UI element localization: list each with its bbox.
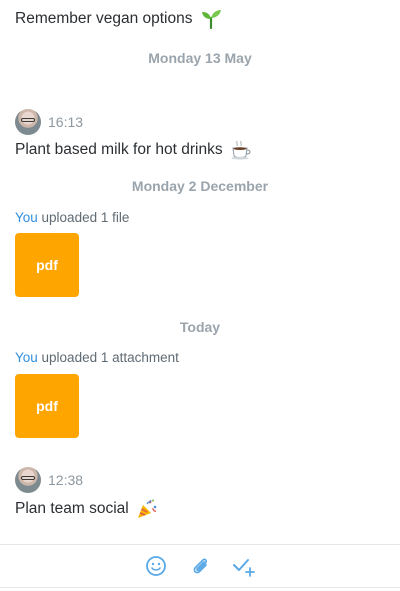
paperclip-icon[interactable] <box>188 554 212 578</box>
add-task-icon[interactable] <box>232 554 256 578</box>
party-popper-icon <box>136 498 158 520</box>
you-link[interactable]: You <box>15 210 38 225</box>
message-text: Remember vegan options <box>15 10 193 27</box>
pdf-file-tile[interactable]: pdf <box>15 374 79 438</box>
upload-notice: You uploaded 1 file <box>15 210 129 225</box>
seedling-icon <box>200 9 222 29</box>
message-meta: 16:13 <box>15 109 83 135</box>
you-link[interactable]: You <box>15 350 38 365</box>
pdf-file-tile[interactable]: pdf <box>15 233 79 297</box>
date-separator: Monday 13 May <box>148 50 252 66</box>
message-plant-milk: Plant based milk for hot drinks <box>15 140 254 160</box>
date-separator: Monday 2 December <box>131 178 269 194</box>
avatar[interactable] <box>15 467 41 493</box>
message-feed[interactable]: Remember vegan options Monday 13 May 16:… <box>0 0 400 544</box>
message-text: Plant based milk for hot drinks <box>15 141 223 158</box>
composer-toolbar <box>0 544 400 588</box>
hot-beverage-icon <box>230 140 254 160</box>
message-remember-vegan: Remember vegan options <box>15 9 222 29</box>
message-time: 16:13 <box>48 114 84 130</box>
message-text: Plan team social <box>15 500 129 517</box>
upload-text: uploaded 1 file <box>37 210 130 225</box>
message-meta: 12:38 <box>15 467 83 493</box>
smiley-icon[interactable] <box>144 554 168 578</box>
date-separator: Today <box>179 319 221 335</box>
upload-text: uploaded 1 attachment <box>37 350 179 365</box>
upload-notice: You uploaded 1 attachment <box>15 350 179 365</box>
avatar[interactable] <box>15 109 41 135</box>
message-time: 12:38 <box>48 472 84 488</box>
message-team-social: Plan team social <box>15 498 158 520</box>
